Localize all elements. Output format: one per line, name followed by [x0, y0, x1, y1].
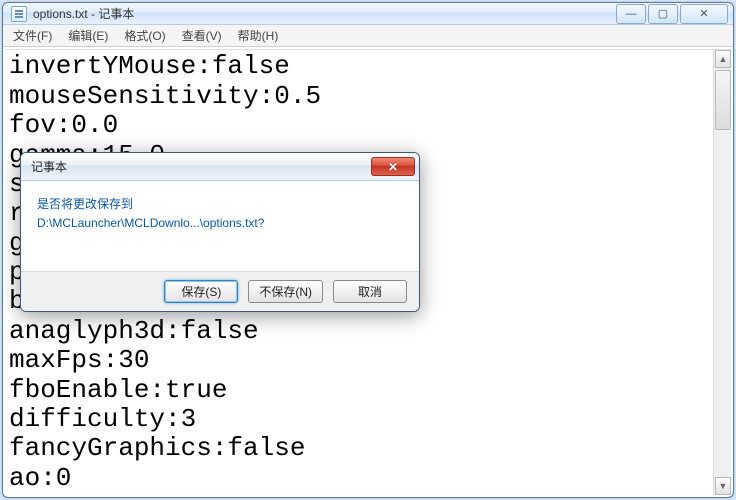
menu-view[interactable]: 查看(V)	[174, 25, 230, 46]
window-title: options.txt - 记事本	[33, 5, 616, 22]
minimize-button[interactable]: —	[616, 4, 646, 24]
scroll-down-button[interactable]: ▼	[715, 477, 731, 495]
dialog-titlebar[interactable]: 记事本 ✕	[21, 153, 419, 181]
save-button[interactable]: 保存(S)	[164, 280, 238, 303]
menu-format[interactable]: 格式(O)	[116, 25, 173, 46]
menu-edit[interactable]: 编辑(E)	[60, 25, 116, 46]
close-button[interactable]: ✕	[680, 4, 728, 24]
menu-file[interactable]: 文件(F)	[5, 25, 60, 46]
vertical-scrollbar[interactable]: ▲ ▼	[713, 50, 731, 495]
dont-save-button[interactable]: 不保存(N)	[248, 280, 323, 303]
dialog-message: 是否将更改保存到 D:\MCLauncher\MCLDownlo...\opti…	[21, 181, 419, 271]
dialog-message-line2: D:\MCLauncher\MCLDownlo...\options.txt?	[37, 214, 403, 233]
dialog-footer: 保存(S) 不保存(N) 取消	[21, 271, 419, 311]
notepad-icon	[11, 6, 27, 22]
dialog-close-button[interactable]: ✕	[371, 157, 415, 176]
scroll-thumb[interactable]	[715, 70, 731, 130]
window-controls: — ▢ ✕	[616, 4, 728, 24]
dialog-message-line1: 是否将更改保存到	[37, 195, 403, 214]
dialog-title: 记事本	[31, 158, 371, 175]
scroll-up-button[interactable]: ▲	[715, 50, 731, 68]
titlebar[interactable]: options.txt - 记事本 — ▢ ✕	[3, 3, 733, 25]
cancel-button[interactable]: 取消	[333, 280, 407, 303]
save-confirm-dialog: 记事本 ✕ 是否将更改保存到 D:\MCLauncher\MCLDownlo..…	[20, 152, 420, 312]
maximize-button[interactable]: ▢	[648, 4, 678, 24]
menu-help[interactable]: 帮助(H)	[230, 25, 287, 46]
menubar: 文件(F) 编辑(E) 格式(O) 查看(V) 帮助(H)	[3, 25, 733, 47]
